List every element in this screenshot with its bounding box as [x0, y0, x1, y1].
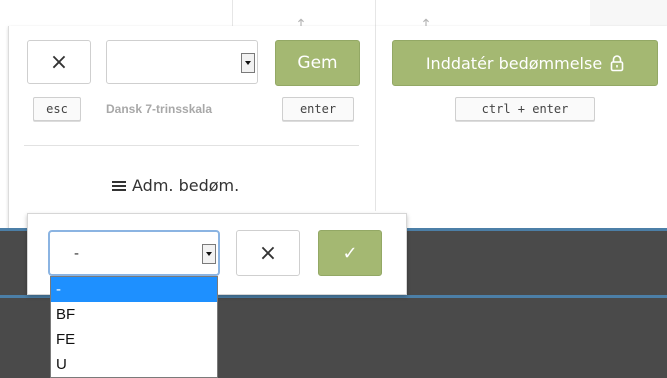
chevron-down-icon[interactable]	[241, 53, 255, 73]
grade-option-bf[interactable]: BF	[51, 302, 217, 327]
ctrl-enter-shortcut-key: ctrl + enter	[455, 97, 595, 121]
checkmark-icon: ✓	[342, 242, 358, 264]
grid-header-strip	[0, 0, 667, 28]
cancel-button[interactable]: ×	[27, 40, 91, 84]
admin-grades-link[interactable]: Adm. bedøm.	[112, 176, 239, 195]
lock-icon	[610, 54, 624, 72]
close-icon: ×	[258, 240, 278, 266]
grade-options-list: - BF FE U	[50, 276, 218, 378]
row-confirm-button[interactable]: ✓	[318, 230, 382, 276]
admin-grades-label: Adm. bedøm.	[132, 176, 240, 195]
save-button[interactable]: Gem	[275, 40, 360, 86]
grade-scale-select[interactable]	[106, 40, 258, 84]
row-grade-select[interactable]: -	[48, 230, 220, 276]
header-shaded-cell	[590, 0, 667, 28]
column-separator	[375, 0, 376, 28]
panel-divider	[375, 26, 376, 211]
column-separator	[232, 0, 233, 28]
esc-shortcut-key: esc	[33, 97, 81, 121]
grade-option-fe[interactable]: FE	[51, 327, 217, 352]
close-icon: ×	[49, 49, 69, 75]
row-grade-select-value: -	[74, 245, 79, 262]
section-divider	[24, 145, 359, 146]
row-cancel-button[interactable]: ×	[236, 230, 300, 276]
grade-option-u[interactable]: U	[51, 352, 217, 377]
submit-grade-button[interactable]: Inddatér bedømmelse	[392, 40, 658, 86]
grade-option-dash[interactable]: -	[51, 277, 217, 302]
chevron-down-icon[interactable]	[202, 244, 216, 264]
enter-shortcut-key: enter	[282, 97, 354, 121]
grade-scale-label: Dansk 7-trinsskala	[106, 102, 213, 116]
submit-grade-label: Inddatér bedømmelse	[425, 53, 603, 73]
menu-icon	[112, 179, 126, 193]
